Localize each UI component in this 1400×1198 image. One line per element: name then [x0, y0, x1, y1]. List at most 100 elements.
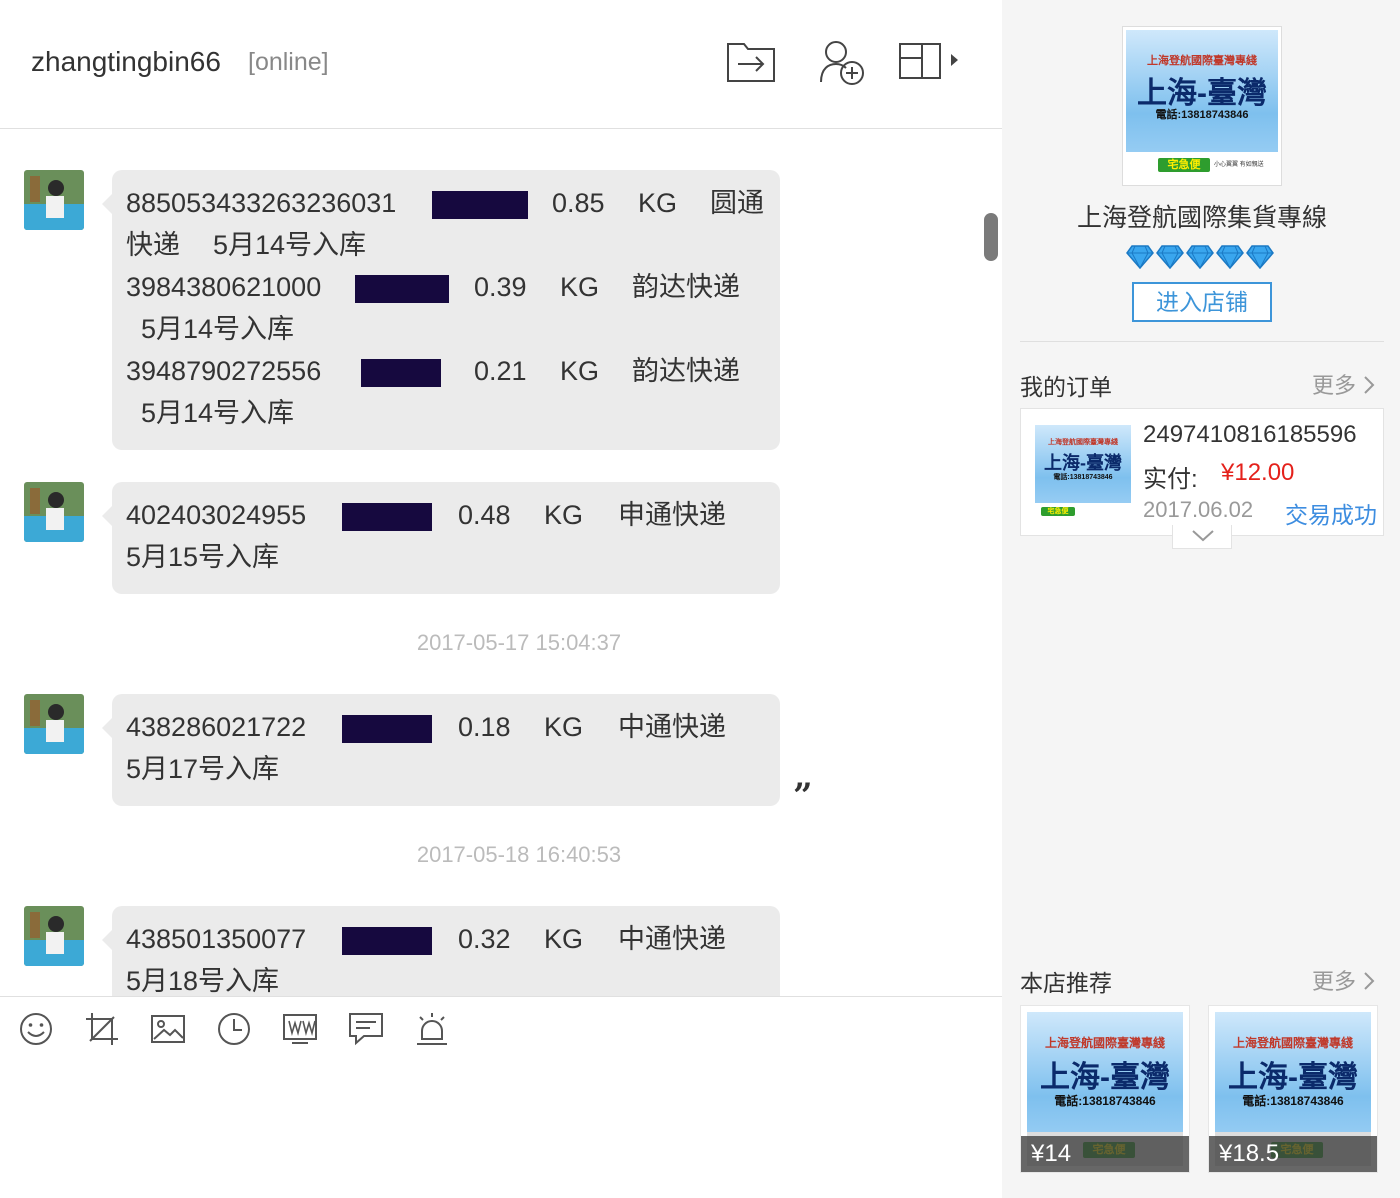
tracking-number: 402403024955 [126, 500, 307, 530]
weight: 0.85 [552, 188, 605, 218]
order-number: 2497410816185596 [1143, 421, 1357, 448]
chat-pane: zhangtingbin66 [online] 8850534332632360… [0, 0, 1002, 1198]
arrival-date: 5月18号入库 [126, 966, 280, 996]
redaction-bar [342, 503, 432, 531]
shop-logo[interactable]: 上海登航國際臺灣專綫 上海-臺灣 電話:13818743846 宅急便 小心翼翼… [1122, 26, 1282, 186]
shop-logo-slogan: 小心翼翼 有如親送 [1214, 162, 1264, 168]
redaction-bar [355, 275, 449, 303]
arrival-date: 5月15号入库 [126, 542, 280, 572]
message-timestamp: 2017-05-18 16:40:53 [416, 842, 622, 867]
chat-bubble-icon[interactable] [348, 1011, 384, 1047]
courier-cont: 快递 [126, 230, 180, 260]
recommend-more-link[interactable]: 更多 [1312, 964, 1376, 996]
redaction-bar [342, 715, 432, 743]
courier: 圆通 [710, 188, 764, 218]
rec-big-text: 上海-臺灣 [1228, 1061, 1358, 1094]
arrival-date: 5月14号入库 [141, 398, 295, 428]
recommend-more-label: 更多 [1312, 969, 1357, 994]
orders-title: 我的订单 [1020, 374, 1112, 400]
recommend-title: 本店推荐 [1020, 970, 1112, 996]
enter-shop-button[interactable]: 进入店铺 [1132, 282, 1272, 322]
unit: KG [638, 188, 678, 218]
shop-sidebar: 上海登航國際臺灣專綫 上海-臺灣 電話:13818743846 宅急便 小心翼翼… [1002, 0, 1400, 1198]
weight: 0.39 [474, 272, 527, 302]
message-list[interactable]: 885053433263236031 0.85 KG 圆通 快递 5月14号入库… [0, 130, 1002, 996]
order-thumb-top-text: 上海登航國際臺灣專綫 [1048, 437, 1118, 446]
shop-rating [1126, 245, 1274, 269]
alarm-icon[interactable] [414, 1011, 450, 1047]
unit: KG [544, 500, 584, 530]
message-bubble: 438286021722 0.18 KG 中通快递 5月17号入库 [102, 694, 780, 806]
chat-header: zhangtingbin66 [online] [0, 0, 1002, 129]
diamond-icon [1246, 245, 1274, 269]
toggle-panel-icon[interactable] [898, 40, 964, 82]
parcel-line: 快递 5月14号入库 [126, 224, 766, 266]
unit: KG [544, 712, 584, 742]
weight: 0.18 [458, 712, 511, 742]
message-bubble: 438501350077 0.32 KG 中通快递 5月18号入库 [102, 906, 780, 996]
order-card[interactable]: 上海登航國際臺灣專綫 上海-臺灣 電話:13818743846 宅急便 2497… [1020, 408, 1384, 536]
recommend-item[interactable]: 上海登航國際臺灣專綫 上海-臺灣 電話:13818743846 宅急便 ¥14 [1020, 1005, 1190, 1173]
parcel-line: 5月18号入库 [126, 960, 766, 996]
image-icon[interactable] [150, 1011, 186, 1047]
orders-more-label: 更多 [1312, 373, 1357, 398]
scrollbar-thumb[interactable] [984, 213, 998, 261]
arrival-date: 5月14号入库 [213, 230, 367, 260]
rec-top-text: 上海登航國際臺灣專綫 [1044, 1036, 1165, 1050]
diamond-icon [1126, 245, 1154, 269]
courier: 中通快递 [618, 712, 726, 742]
parcel-line: 438286021722 0.18 KG 中通快递 [126, 706, 766, 748]
message-input[interactable] [0, 1062, 1002, 1198]
parcel-line: 5月15号入库 [126, 536, 766, 578]
courier: 韵达快递 [632, 272, 740, 302]
redaction-bar [432, 191, 528, 219]
orders-more-link[interactable]: 更多 [1312, 368, 1376, 400]
order-thumbnail[interactable]: 上海登航國際臺灣專綫 上海-臺灣 電話:13818743846 宅急便 [1035, 425, 1131, 521]
order-status[interactable]: 交易成功 [1285, 496, 1377, 530]
tracking-number: 438501350077 [126, 924, 307, 954]
transfer-icon[interactable] [726, 38, 776, 84]
rec-phone: 電話:13818743846 [1242, 1094, 1344, 1108]
diamond-icon [1186, 245, 1214, 269]
shop-logo-top-text: 上海登航國際臺灣專綫 [1147, 54, 1257, 67]
clock-icon[interactable] [216, 1011, 252, 1047]
message-bubble: 885053433263236031 0.85 KG 圆通 快递 5月14号入库… [102, 170, 780, 450]
rec-big-text: 上海-臺灣 [1040, 1061, 1170, 1094]
recommend-item[interactable]: 上海登航國際臺灣專綫 上海-臺灣 電話:13818743846 宅急便 ¥18.… [1208, 1005, 1378, 1173]
divider [1020, 341, 1384, 342]
arrival-date: 5月17号入库 [126, 754, 280, 784]
message-timestamp: 2017-05-17 15:04:37 [416, 630, 622, 655]
chevron-right-icon [1364, 376, 1375, 394]
quote-icon[interactable]: ” [793, 776, 813, 816]
weight: 0.21 [474, 356, 527, 386]
order-thumb-brand: 宅急便 [1041, 507, 1075, 516]
shop-logo-brand: 宅急便 [1158, 158, 1210, 172]
parcel-line: 5月17号入库 [126, 748, 766, 790]
order-paid-label: 实付: [1143, 466, 1198, 493]
courier: 韵达快递 [632, 356, 740, 386]
avatar[interactable] [24, 482, 84, 542]
screenshot-icon[interactable] [84, 1011, 120, 1047]
parcel-line: 402403024955 0.48 KG 申通快递 [126, 494, 766, 536]
parcel-line: 5月14号入库 [126, 392, 766, 434]
emoji-icon[interactable] [18, 1011, 54, 1047]
parcel-line: 438501350077 0.32 KG 中通快递 [126, 918, 766, 960]
tracking-number: 885053433263236031 [126, 188, 397, 218]
redaction-bar [342, 927, 432, 955]
avatar[interactable] [24, 906, 84, 966]
diamond-icon [1156, 245, 1184, 269]
expand-orders-button[interactable] [1172, 525, 1232, 549]
add-contact-icon[interactable] [818, 38, 868, 88]
input-toolbar [0, 996, 1002, 1062]
word-icon[interactable] [282, 1011, 318, 1047]
parcel-line: 3984380621000 0.39 KG 韵达快递 [126, 266, 766, 308]
weight: 0.32 [458, 924, 511, 954]
avatar[interactable] [24, 170, 84, 230]
shop-name: 上海登航國際集貨專線 [1076, 204, 1327, 232]
contact-name: zhangtingbin66 [31, 46, 221, 77]
recommend-price: ¥18.5 [1219, 1140, 1280, 1167]
avatar[interactable] [24, 694, 84, 754]
chevron-right-icon [1364, 972, 1375, 990]
tracking-number: 3984380621000 [126, 272, 322, 302]
unit: KG [544, 924, 584, 954]
